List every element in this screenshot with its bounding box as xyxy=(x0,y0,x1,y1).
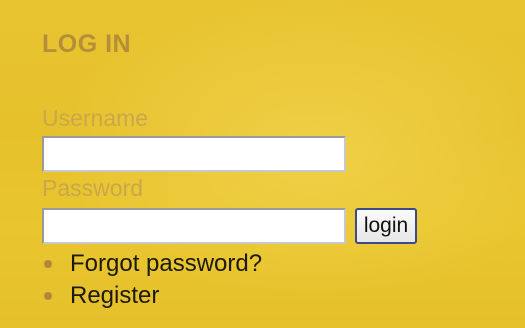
password-input[interactable] xyxy=(42,208,346,244)
username-input[interactable] xyxy=(42,136,346,172)
login-title: LOG IN xyxy=(42,30,132,58)
list-item: Forgot password? xyxy=(42,250,262,282)
list-item: Register xyxy=(42,282,262,314)
login-links: Forgot password? Register xyxy=(42,250,262,314)
bullet-icon xyxy=(44,292,52,300)
forgot-password-link[interactable]: Forgot password? xyxy=(70,250,262,277)
bullet-icon xyxy=(44,260,52,268)
username-label: Username xyxy=(42,105,149,131)
login-button[interactable]: login xyxy=(355,208,417,244)
password-label: Password xyxy=(42,175,143,201)
register-link[interactable]: Register xyxy=(70,282,159,309)
login-panel: LOG IN Username Password login Forgot pa… xyxy=(0,0,525,328)
